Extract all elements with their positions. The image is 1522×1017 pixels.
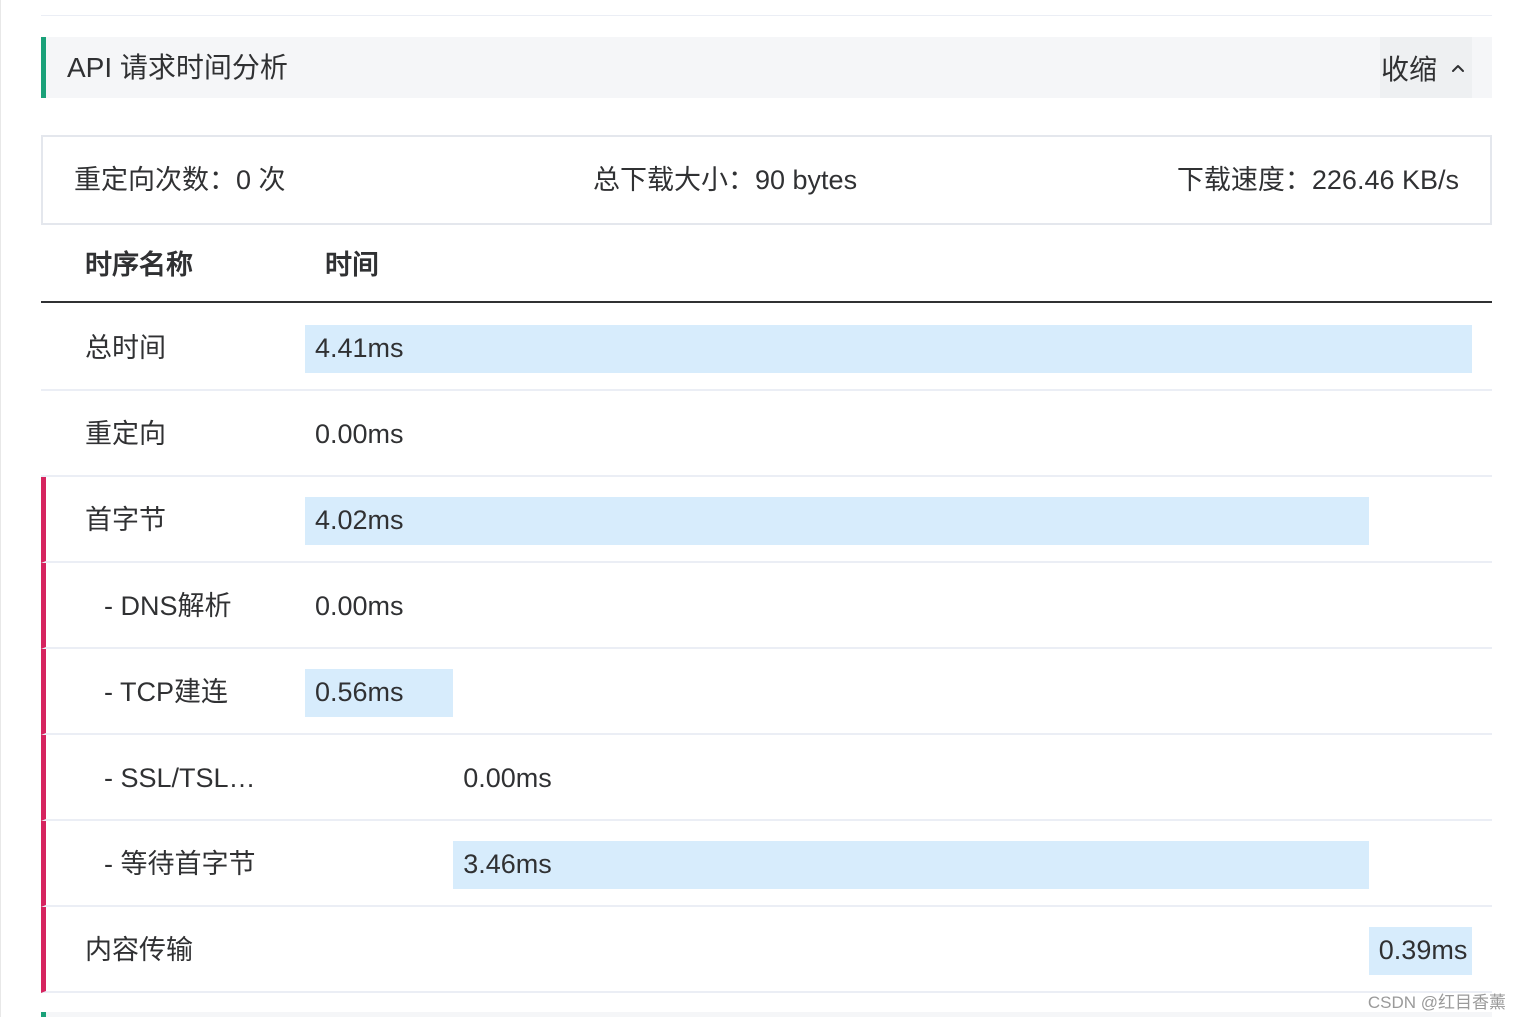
row-name: 重定向	[85, 419, 166, 449]
row-name: - TCP建连	[104, 677, 229, 707]
collapse-button[interactable]: 收缩	[1380, 37, 1472, 98]
next-section-header	[41, 1012, 1492, 1017]
timing-bar	[453, 841, 1369, 889]
table-row: - 等待首字节 3.46ms	[41, 821, 1492, 907]
row-name: 首字节	[85, 505, 166, 535]
row-time: 4.02ms	[315, 505, 404, 535]
header-name: 时序名称	[85, 250, 193, 280]
table-row: - SSL/TSL… 0.00ms	[41, 735, 1492, 821]
row-time: 0.56ms	[315, 677, 404, 707]
table-row: 重定向 0.00ms	[41, 391, 1492, 477]
table-row: 首字节 4.02ms	[41, 477, 1492, 563]
collapse-label: 收缩	[1381, 53, 1438, 85]
redirect-count: 重定向次数：0 次	[74, 165, 286, 195]
table-row: 总时间 4.41ms	[41, 305, 1492, 391]
row-name: 内容传输	[85, 935, 193, 965]
summary-panel: 重定向次数：0 次 总下载大小：90 bytes 下载速度：226.46 KB/…	[41, 135, 1492, 225]
top-divider	[41, 15, 1492, 16]
section-header: API 请求时间分析 收缩	[41, 37, 1492, 98]
row-name: 总时间	[85, 333, 166, 363]
row-time: 0.39ms	[1378, 935, 1468, 965]
watermark: CSDN @红目香薰	[1367, 993, 1506, 1012]
row-name: - SSL/TSL…	[104, 763, 256, 793]
row-time: 3.46ms	[463, 849, 552, 879]
table-row: - TCP建连 0.56ms	[41, 649, 1492, 735]
row-name: - 等待首字节	[104, 849, 256, 879]
table-row: - DNS解析 0.00ms	[41, 563, 1492, 649]
table-row: 内容传输 0.39ms	[41, 907, 1492, 993]
row-time: 0.00ms	[315, 591, 404, 621]
download-speed: 下载速度：226.46 KB/s	[1176, 165, 1459, 195]
row-time: 4.41ms	[315, 333, 404, 363]
timing-bar	[305, 325, 1472, 373]
header-time: 时间	[325, 250, 379, 280]
row-time: 0.00ms	[463, 763, 552, 793]
section-title: API 请求时间分析	[67, 52, 288, 83]
row-name: - DNS解析	[104, 591, 232, 621]
download-size: 总下载大小：90 bytes	[593, 165, 858, 195]
chevron-up-icon	[1452, 64, 1465, 72]
page-left-edge	[0, 0, 1, 1017]
timing-bar	[305, 497, 1369, 545]
timing-table-header: 时序名称 时间	[41, 228, 1492, 303]
row-time: 0.00ms	[315, 419, 404, 449]
